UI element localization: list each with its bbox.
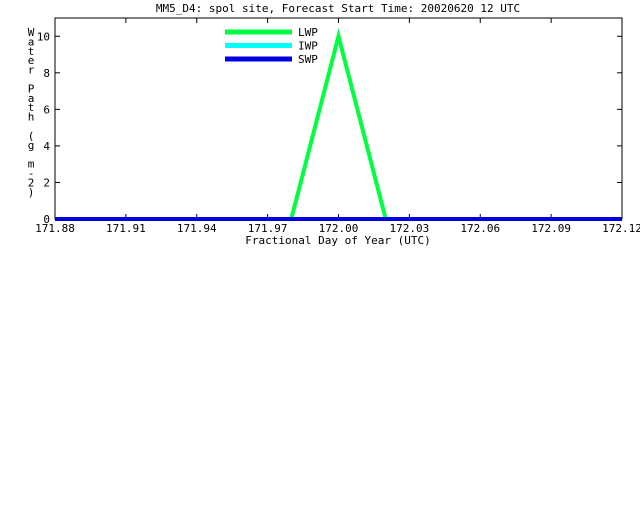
y-axis-label-char: g [28, 139, 35, 152]
series-line-lwp [55, 28, 622, 221]
y-tick-labels: 0 2 4 6 8 10 [37, 30, 51, 226]
x-tick-label: 172.06 [460, 222, 500, 235]
legend-label-iwp: IWP [298, 40, 318, 53]
x-tick-label: 171.91 [106, 222, 146, 235]
y-axis-label: WaterPath(gm-2) [28, 26, 35, 199]
y-axis-label-char: ) [28, 186, 35, 199]
y-axis-label-char: h [28, 111, 35, 124]
y-tick-label: 0 [43, 213, 50, 226]
x-axis-label: Fractional Day of Year (UTC) [245, 234, 430, 247]
x-tick-label: 171.94 [177, 222, 217, 235]
y-tick-label: 4 [43, 140, 50, 153]
x-tick-label: 172.09 [531, 222, 571, 235]
chart-title: MM5_D4: spol site, Forecast Start Time: … [156, 2, 520, 15]
y-tick-label: 10 [37, 30, 50, 43]
y-tick-label: 2 [43, 176, 50, 189]
legend-label-lwp: LWP [298, 26, 318, 39]
legend: LWPIWPSWP [225, 26, 318, 66]
series-lines [55, 28, 622, 221]
water-path-chart: MM5_D4: spol site, Forecast Start Time: … [28, 2, 640, 247]
plot-frame [54, 17, 623, 220]
y-tick-label: 8 [43, 67, 50, 80]
legend-label-swp: SWP [298, 53, 318, 66]
x-tick-label: 172.12 [602, 222, 640, 235]
y-axis-label-char: r [28, 64, 35, 77]
y-tick-label: 6 [43, 103, 50, 116]
x-tick-label: 171.88 [35, 222, 75, 235]
axis-ticks [54, 18, 623, 220]
